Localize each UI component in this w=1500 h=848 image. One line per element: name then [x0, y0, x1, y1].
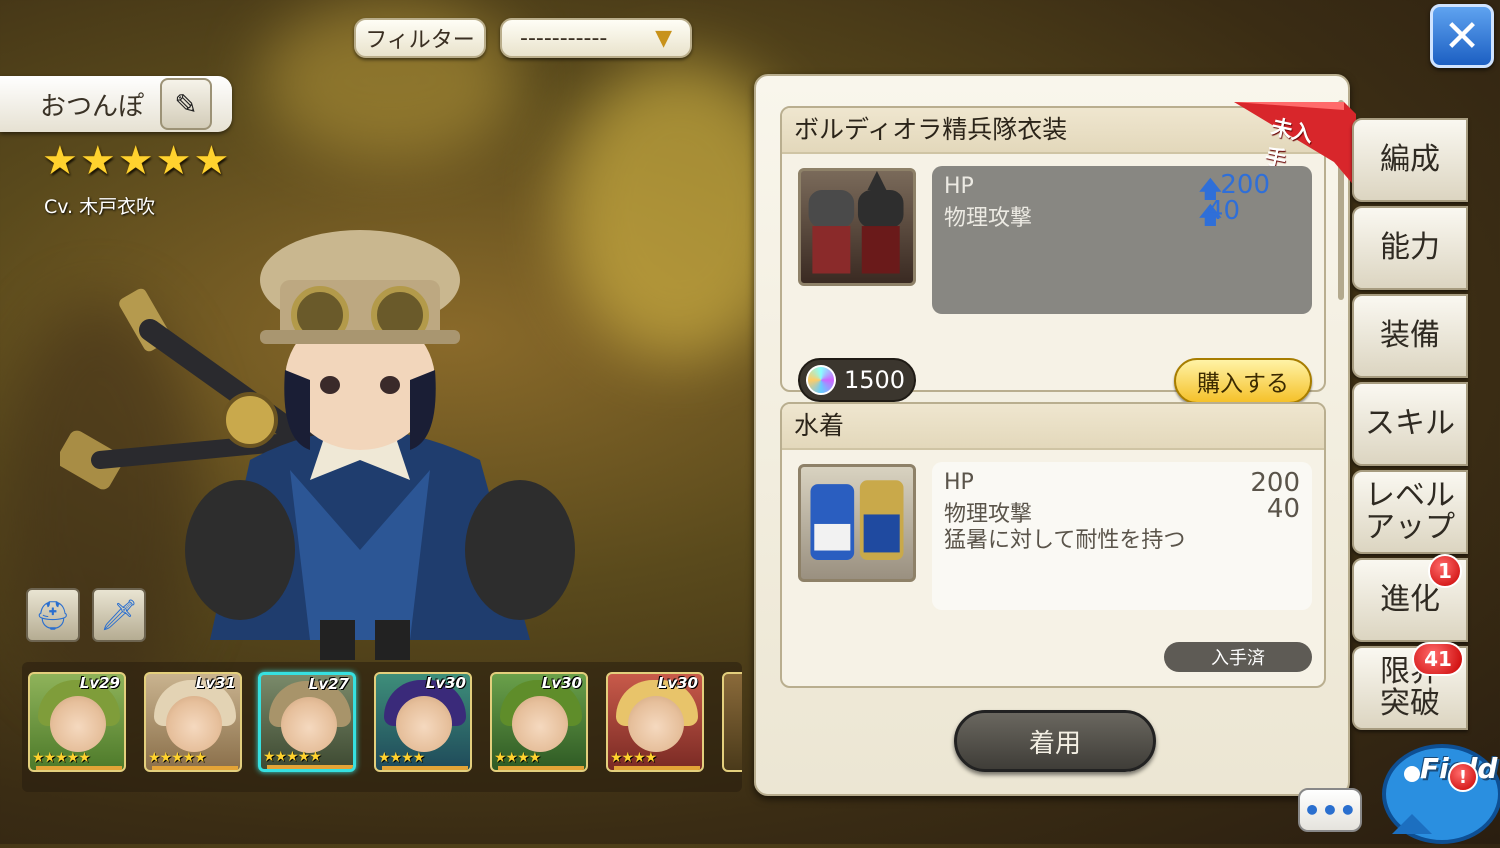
costume-stats: HP 物理攻撃 猛暑に対して耐性を持つ 200 40	[932, 462, 1312, 610]
unit-level: Lv31	[195, 674, 236, 692]
unit-level: Lv27	[308, 675, 349, 693]
stat-value: 40	[1266, 494, 1300, 524]
character-portrait	[60, 230, 575, 660]
costume-card[interactable]: 水着 HP 物理攻撃 猛暑に対して耐性を持つ 200 40 入手済	[780, 402, 1326, 688]
unit-stars: ★★★★★	[148, 750, 207, 766]
tab-ability[interactable]: 能力	[1352, 206, 1468, 290]
unit-stars: ★★★★	[378, 750, 425, 766]
unit-card-partial[interactable]	[722, 672, 742, 772]
buy-label: 購入する	[1197, 371, 1289, 397]
stat-label: HP	[944, 174, 974, 199]
unit-level: Lv30	[541, 674, 582, 692]
costume-thumbnail	[798, 168, 916, 286]
unit-stars: ★★★★★	[263, 749, 322, 765]
stat-value: 40	[1206, 196, 1240, 226]
filter-dropdown[interactable]: ----------- ▼	[500, 18, 692, 58]
unit-roster: Lv29 ★★★★★ Lv31 ★★★★★ Lv27 ★★★★★ Lv30 ★★…	[22, 662, 742, 792]
unit-card[interactable]: Lv30 ★★★★	[490, 672, 588, 772]
unit-stars: ★★★★	[610, 750, 657, 766]
unit-card[interactable]: Lv29 ★★★★★	[28, 672, 126, 772]
tab-level-up[interactable]: レベル アップ	[1352, 470, 1468, 554]
equip-label: 着用	[1028, 728, 1081, 759]
hat-icon: ⛑	[35, 598, 71, 632]
effect-text: 猛暑に対して耐性を持つ	[944, 528, 1186, 553]
rarity-stars: ★★★★★	[42, 138, 232, 184]
unit-level: Lv29	[79, 674, 120, 692]
unit-stars: ★★★★★	[32, 750, 91, 766]
unit-level: Lv30	[425, 674, 466, 692]
chevron-down-icon: ▼	[655, 25, 672, 51]
character-nameplate: おつんぽ ✎	[0, 76, 232, 132]
chat-icon: •••	[1303, 793, 1357, 827]
unit-card-selected[interactable]: Lv27 ★★★★★	[258, 672, 356, 772]
costume-thumbnail	[798, 464, 916, 582]
cost-display: 1500	[798, 358, 916, 402]
costume-stats: HP 物理攻撃 🡅 200 🡅 40	[932, 166, 1312, 314]
unit-card[interactable]: Lv30 ★★★★	[606, 672, 704, 772]
tab-label: レベル アップ	[1365, 478, 1455, 545]
unit-card[interactable]: Lv31 ★★★★★	[144, 672, 242, 772]
unit-level: Lv30	[657, 674, 698, 692]
character-name: おつんぽ	[40, 92, 145, 122]
equip-slot-hat[interactable]: ⛑	[26, 588, 80, 642]
tab-label: 装備	[1380, 318, 1440, 353]
gem-icon	[806, 365, 836, 395]
tab-equipment[interactable]: 装備	[1352, 294, 1468, 378]
close-icon: ✕	[1443, 10, 1481, 62]
voice-actor: Cv. 木戸衣吹	[44, 196, 156, 218]
stat-label: HP	[944, 470, 974, 495]
obtained-badge: 入手済	[1164, 642, 1312, 672]
filter-button[interactable]: フィルター	[354, 18, 486, 58]
costume-card[interactable]: ボルディオラ精兵隊衣装 未入手 HP 物理攻撃 🡅 200 🡅 40 1500 …	[780, 102, 1356, 404]
notification-badge: 41	[1412, 642, 1464, 676]
tab-label: スキル	[1365, 406, 1455, 441]
tab-label: 編成	[1380, 142, 1440, 177]
buy-button[interactable]: 購入する	[1174, 358, 1312, 404]
chat-button[interactable]: •••	[1298, 788, 1362, 832]
edit-name-button[interactable]: ✎	[160, 78, 212, 130]
tab-skill[interactable]: スキル	[1352, 382, 1468, 466]
stat-label: 物理攻撃	[944, 206, 1033, 231]
equip-button[interactable]: 着用	[954, 710, 1156, 772]
field-button[interactable]: Field !	[1372, 734, 1500, 844]
tab-label: 能力	[1380, 230, 1440, 265]
pen-icon: ✎	[174, 87, 198, 121]
unit-stars: ★★★★	[494, 750, 541, 766]
armor-icon	[808, 171, 904, 274]
cost-value: 1500	[844, 366, 906, 394]
tab-label: 進化	[1380, 582, 1440, 617]
swimsuit-icon	[810, 480, 904, 561]
field-mascot-icon	[1382, 744, 1500, 844]
filter-label: フィルター	[365, 28, 475, 53]
alert-badge: !	[1448, 762, 1478, 792]
close-button[interactable]: ✕	[1430, 4, 1494, 68]
sword-icon: 🗡	[99, 597, 139, 633]
costume-name: 水着	[782, 404, 1324, 450]
tab-formation[interactable]: 編成	[1352, 118, 1468, 202]
equip-slot-weapon[interactable]: 🗡	[92, 588, 146, 642]
unit-card[interactable]: Lv30 ★★★★	[374, 672, 472, 772]
costume-panel: ボルディオラ精兵隊衣装 未入手 HP 物理攻撃 🡅 200 🡅 40 1500 …	[754, 74, 1356, 796]
dropdown-value: -----------	[520, 25, 608, 51]
notification-badge: 1	[1428, 554, 1462, 588]
